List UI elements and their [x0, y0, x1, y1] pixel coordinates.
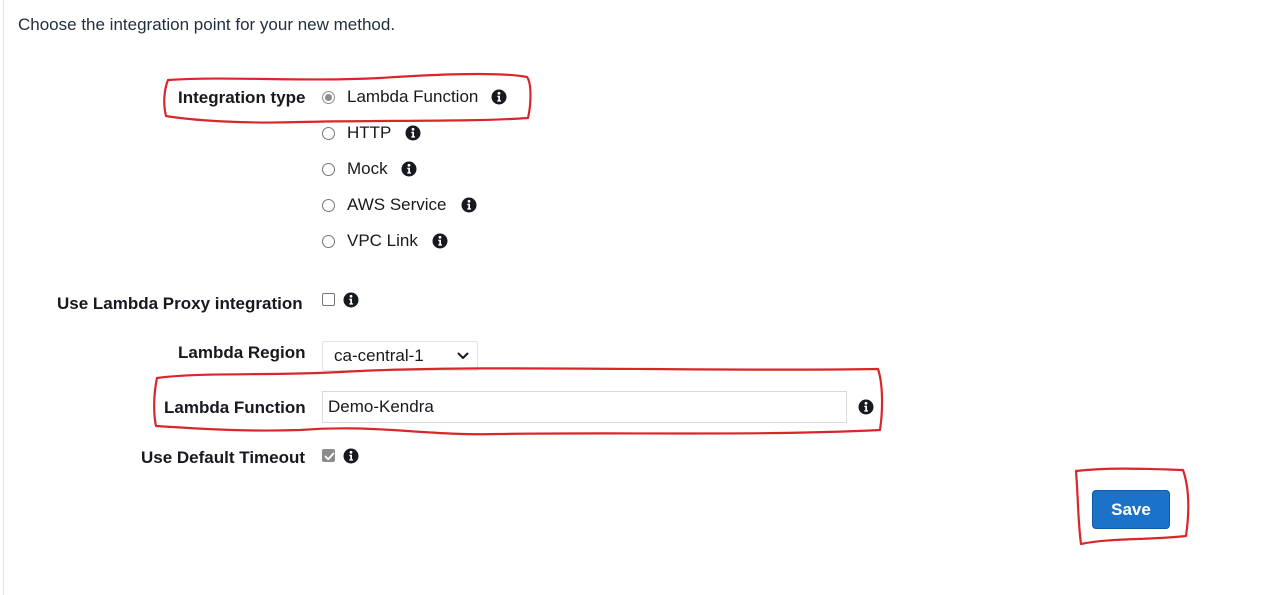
radio-option-lambda-function[interactable]: Lambda Function	[322, 86, 507, 108]
radio-button-aws-service[interactable]	[322, 198, 335, 212]
info-icon[interactable]	[343, 292, 359, 308]
radio-label-mock: Mock	[347, 159, 388, 178]
check-icon	[324, 452, 335, 461]
info-icon-glyph	[401, 161, 417, 177]
info-icon-glyph	[343, 292, 359, 308]
radio-button-lambda-function[interactable]	[322, 90, 335, 104]
radio-option-http[interactable]: HTTP	[322, 122, 421, 144]
lambda-function-label: Lambda Function	[164, 398, 306, 417]
default-timeout-label: Use Default Timeout	[141, 448, 306, 467]
lambda-region-value: ca-central-1	[334, 346, 424, 365]
lambda-proxy-checkbox[interactable]	[322, 293, 335, 306]
radio-label-aws-service: AWS Service	[347, 195, 447, 214]
panel-border	[3, 0, 4, 595]
info-icon[interactable]	[858, 399, 874, 415]
info-icon-glyph	[858, 399, 874, 415]
integration-setup-page: Choose the integration point for your ne…	[0, 0, 1281, 595]
radio-label-vpc-link: VPC Link	[347, 231, 418, 250]
intro-text: Choose the integration point for your ne…	[18, 15, 396, 34]
info-icon[interactable]	[343, 448, 359, 464]
radio-option-vpc-link[interactable]: VPC Link	[322, 230, 448, 252]
radio-label-http: HTTP	[347, 123, 392, 142]
info-icon[interactable]	[432, 233, 448, 249]
info-icon[interactable]	[401, 161, 417, 177]
info-icon-glyph	[461, 197, 477, 213]
integration-type-label: Integration type	[178, 88, 306, 107]
info-icon[interactable]	[405, 125, 421, 141]
lambda-proxy-label: Use Lambda Proxy integration	[57, 294, 303, 313]
radio-button-mock[interactable]	[322, 162, 335, 176]
radio-label-lambda-function: Lambda Function	[347, 87, 479, 106]
lambda-function-input[interactable]: Demo-Kendra	[322, 391, 847, 423]
radio-button-vpc-link[interactable]	[322, 234, 335, 248]
info-icon-glyph	[343, 448, 359, 464]
default-timeout-checkbox[interactable]	[322, 449, 335, 462]
lambda-region-select[interactable]: ca-central-1	[322, 341, 478, 371]
info-icon-glyph	[491, 89, 507, 105]
radio-option-aws-service[interactable]: AWS Service	[322, 194, 477, 216]
info-icon[interactable]	[461, 197, 477, 213]
info-icon[interactable]	[491, 89, 507, 105]
radio-option-mock[interactable]: Mock	[322, 158, 417, 180]
info-icon-glyph	[432, 233, 448, 249]
save-button[interactable]: Save	[1092, 490, 1170, 529]
chevron-down-icon	[457, 352, 469, 359]
info-icon-glyph	[405, 125, 421, 141]
lambda-region-label: Lambda Region	[178, 343, 306, 362]
radio-button-http[interactable]	[322, 126, 335, 140]
